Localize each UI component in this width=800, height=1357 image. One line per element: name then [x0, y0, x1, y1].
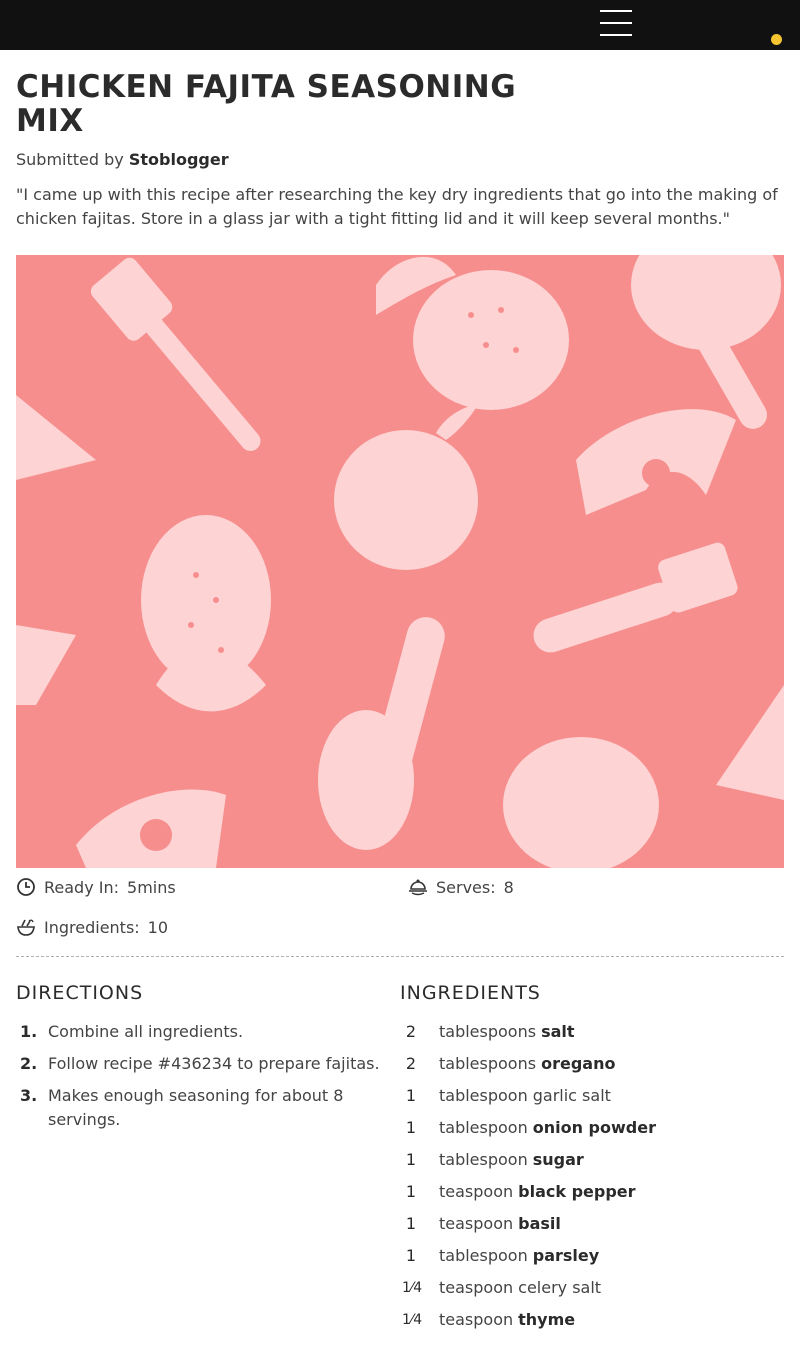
- recipe-description: "I came up with this recipe after resear…: [16, 185, 778, 228]
- ingredient-name[interactable]: salt: [541, 1020, 574, 1044]
- ready-in-info: Ready In: 5mins: [16, 877, 176, 897]
- directions-list: 1. Combine all ingredients. 2. Follow re…: [16, 1020, 386, 1140]
- ingredient-name[interactable]: basil: [518, 1212, 561, 1236]
- ingredient-unit: tablespoon: [439, 1086, 528, 1105]
- ingredient-item: 1 tablespoon garlic salt: [400, 1084, 784, 1116]
- ingredient-quantity: 1: [405, 1214, 417, 1233]
- ingredient-quantity: 1: [405, 1118, 417, 1137]
- ingredients-list: 2 tablespoons salt 2 tablespoons oregano…: [400, 1020, 784, 1340]
- ingredient-unit: tablespoon: [439, 1118, 528, 1137]
- clock-icon: [16, 877, 36, 897]
- ingredient-name[interactable]: thyme: [518, 1308, 575, 1332]
- step-number: 3.: [20, 1086, 38, 1105]
- menu-line: [600, 34, 632, 36]
- serving-dish-icon: [408, 877, 428, 897]
- directions-heading: DIRECTIONS: [16, 982, 144, 1004]
- ingredient-item: 1 teaspoon black pepper: [400, 1180, 784, 1212]
- ingredient-item: 1 tablespoon parsley: [400, 1244, 784, 1276]
- ingredient-item: 2 tablespoons oregano: [400, 1052, 784, 1084]
- menu-line: [600, 22, 632, 24]
- direction-step: 3. Makes enough seasoning for about 8 se…: [16, 1084, 386, 1132]
- recipe-image: [16, 255, 784, 868]
- ingredient-item: 1 tablespoon sugar: [400, 1148, 784, 1180]
- ingredient-item: 1 tablespoon onion powder: [400, 1116, 784, 1148]
- mixing-bowl-icon: [16, 917, 36, 937]
- step-text: Combine all ingredients.: [48, 1022, 244, 1041]
- ingredients-count-label: Ingredients:: [44, 917, 140, 937]
- ingredients-count-value: 10: [147, 917, 169, 937]
- ingredient-item: 1⁄4 teaspoon celery salt: [400, 1276, 784, 1308]
- ingredient-unit: teaspoon: [439, 1182, 514, 1201]
- ingredient-unit: teaspoon: [439, 1278, 514, 1297]
- ingredient-unit: teaspoon: [439, 1310, 514, 1329]
- direction-step: 2. Follow recipe #436234 to prepare faji…: [16, 1052, 386, 1076]
- top-navigation-bar: [0, 0, 800, 50]
- ingredient-quantity: 1: [405, 1182, 417, 1201]
- ingredient-unit: teaspoon: [439, 1214, 514, 1233]
- serves-label: Serves:: [436, 877, 496, 897]
- ingredient-unit: tablespoon: [439, 1246, 528, 1265]
- ingredient-unit: tablespoons: [439, 1022, 537, 1041]
- ingredient-quantity: 1: [405, 1246, 417, 1265]
- section-divider: [16, 956, 784, 957]
- ingredient-quantity: 1: [405, 1086, 417, 1105]
- ingredient-quantity: 1: [405, 1150, 417, 1169]
- ingredient-quantity: 2: [405, 1054, 417, 1073]
- food-pattern-image: [16, 255, 784, 868]
- ingredient-name[interactable]: oregano: [541, 1052, 615, 1076]
- ingredient-name[interactable]: black pepper: [518, 1180, 635, 1204]
- hamburger-menu-icon[interactable]: [598, 6, 636, 40]
- recipe-title: CHICKEN FAJITA SEASONING MIX: [16, 69, 517, 139]
- ingredients-heading: INGREDIENTS: [400, 982, 541, 1004]
- ready-in-value: 5mins: [127, 877, 176, 897]
- ingredient-item: 1 teaspoon basil: [400, 1212, 784, 1244]
- author-link[interactable]: Stoblogger: [129, 150, 229, 169]
- step-number: 2.: [20, 1054, 38, 1073]
- ingredient-item: 1⁄4 teaspoon thyme: [400, 1308, 784, 1340]
- ingredient-quantity: 1⁄4: [402, 1280, 423, 1296]
- submitted-by-label: Submitted by: [16, 150, 124, 169]
- ingredient-unit: tablespoons: [439, 1054, 537, 1073]
- step-text: Makes enough seasoning for about 8 servi…: [48, 1086, 344, 1129]
- step-number: 1.: [20, 1022, 38, 1041]
- step-text: Follow recipe #436234 to prepare fajitas…: [48, 1054, 380, 1073]
- ingredient-name[interactable]: parsley: [533, 1244, 599, 1268]
- byline: Submitted by Stoblogger: [16, 150, 229, 169]
- ingredient-quantity: 1⁄4: [402, 1312, 423, 1328]
- notification-dot[interactable]: [771, 34, 782, 45]
- ingredient-name[interactable]: sugar: [533, 1148, 584, 1172]
- ingredient-name: garlic salt: [532, 1086, 611, 1105]
- ingredient-name[interactable]: onion powder: [533, 1116, 656, 1140]
- serves-info: Serves: 8: [408, 877, 514, 897]
- ingredient-unit: tablespoon: [439, 1150, 528, 1169]
- ingredients-count-info: Ingredients: 10: [16, 917, 168, 937]
- ingredient-name: celery salt: [518, 1278, 602, 1297]
- serves-value: 8: [503, 877, 514, 897]
- menu-line: [600, 10, 632, 12]
- ready-in-label: Ready In:: [44, 877, 120, 897]
- direction-step: 1. Combine all ingredients.: [16, 1020, 386, 1044]
- ingredient-item: 2 tablespoons salt: [400, 1020, 784, 1052]
- ingredient-quantity: 2: [405, 1022, 417, 1041]
